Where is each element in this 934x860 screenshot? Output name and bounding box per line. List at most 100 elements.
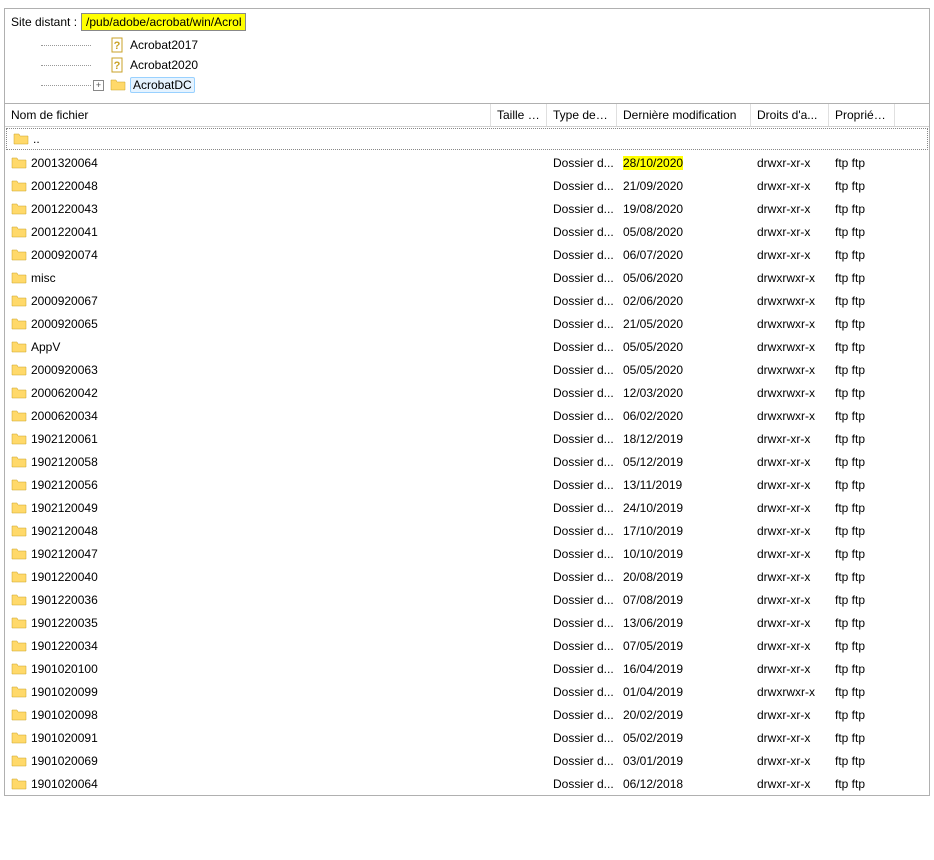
table-row[interactable]: AppVDossier d...05/05/2020drwxrwxr-xftp … <box>5 335 929 358</box>
file-perm: drwxr-xr-x <box>757 202 835 216</box>
table-row[interactable]: 1901220035Dossier d...13/06/2019drwxr-xr… <box>5 611 929 634</box>
file-date: 05/05/2020 <box>623 340 757 354</box>
table-row[interactable]: 1902120061Dossier d...18/12/2019drwxr-xr… <box>5 427 929 450</box>
file-type: Dossier d... <box>553 202 623 216</box>
expand-toggle-icon[interactable]: + <box>93 80 104 91</box>
file-owner: ftp ftp <box>835 340 901 354</box>
file-date: 13/06/2019 <box>623 616 757 630</box>
table-row[interactable]: 1901220036Dossier d...07/08/2019drwxr-xr… <box>5 588 929 611</box>
table-row[interactable]: 1901020099Dossier d...01/04/2019drwxrwxr… <box>5 680 929 703</box>
table-row[interactable]: 2001220041Dossier d...05/08/2020drwxr-xr… <box>5 220 929 243</box>
file-date: 12/03/2020 <box>623 386 757 400</box>
file-type: Dossier d... <box>553 570 623 584</box>
file-type: Dossier d... <box>553 248 623 262</box>
file-name: 1901220035 <box>31 616 98 630</box>
file-date: 05/05/2020 <box>623 363 757 377</box>
table-row[interactable]: 1902120056Dossier d...13/11/2019drwxr-xr… <box>5 473 929 496</box>
file-name: 2001220043 <box>31 202 98 216</box>
file-date: 19/08/2020 <box>623 202 757 216</box>
file-list[interactable]: Nom de fichier Taille de ... Type de fi.… <box>4 104 930 796</box>
col-name-header[interactable]: Nom de fichier <box>5 104 491 126</box>
file-owner: ftp ftp <box>835 271 901 285</box>
file-name: 1901220040 <box>31 570 98 584</box>
column-headers[interactable]: Nom de fichier Taille de ... Type de fi.… <box>5 104 929 127</box>
remote-panel: Site distant : ?Acrobat2017?Acrobat2020+… <box>4 8 930 104</box>
file-type: Dossier d... <box>553 501 623 515</box>
remote-tree[interactable]: ?Acrobat2017?Acrobat2020+AcrobatDC <box>5 33 929 104</box>
parent-dir-row[interactable]: .. <box>6 128 928 150</box>
file-name: 1901020069 <box>31 754 98 768</box>
table-row[interactable]: 1901220034Dossier d...07/05/2019drwxr-xr… <box>5 634 929 657</box>
file-owner: ftp ftp <box>835 179 901 193</box>
table-row[interactable]: 1902120049Dossier d...24/10/2019drwxr-xr… <box>5 496 929 519</box>
file-date: 17/10/2019 <box>623 524 757 538</box>
file-name: 1901020091 <box>31 731 98 745</box>
table-row[interactable]: 2001220048Dossier d...21/09/2020drwxr-xr… <box>5 174 929 197</box>
file-date: 06/07/2020 <box>623 248 757 262</box>
file-name: 1901020100 <box>31 662 98 676</box>
file-date: 07/08/2019 <box>623 593 757 607</box>
table-row[interactable]: 2000920074Dossier d...06/07/2020drwxr-xr… <box>5 243 929 266</box>
file-type: Dossier d... <box>553 455 623 469</box>
file-type: Dossier d... <box>553 547 623 561</box>
col-owner-header[interactable]: Propriétai... <box>829 104 895 126</box>
tree-item[interactable]: +AcrobatDC <box>93 75 929 95</box>
file-name: 1901020064 <box>31 777 98 791</box>
tree-item[interactable]: ?Acrobat2020 <box>93 55 929 75</box>
tree-item[interactable]: ?Acrobat2017 <box>93 35 929 55</box>
table-row[interactable]: 2000620034Dossier d...06/02/2020drwxrwxr… <box>5 404 929 427</box>
col-size-header[interactable]: Taille de ... <box>491 104 547 126</box>
file-owner: ftp ftp <box>835 639 901 653</box>
table-row[interactable]: 1901020091Dossier d...05/02/2019drwxr-xr… <box>5 726 929 749</box>
folder-icon <box>110 77 126 93</box>
folder-icon <box>11 592 27 608</box>
file-type: Dossier d... <box>553 225 623 239</box>
file-date: 05/08/2020 <box>623 225 757 239</box>
file-type: Dossier d... <box>553 639 623 653</box>
file-name: 2001220048 <box>31 179 98 193</box>
table-row[interactable]: 1901020069Dossier d...03/01/2019drwxr-xr… <box>5 749 929 772</box>
table-row[interactable]: 1902120058Dossier d...05/12/2019drwxr-xr… <box>5 450 929 473</box>
file-perm: drwxr-xr-x <box>757 593 835 607</box>
folder-icon <box>11 546 27 562</box>
table-row[interactable]: 1901020064Dossier d...06/12/2018drwxr-xr… <box>5 772 929 795</box>
table-row[interactable]: 1902120047Dossier d...10/10/2019drwxr-xr… <box>5 542 929 565</box>
file-perm: drwxrwxr-x <box>757 685 835 699</box>
file-name: 2000920074 <box>31 248 98 262</box>
file-owner: ftp ftp <box>835 547 901 561</box>
table-row[interactable]: 2000920067Dossier d...02/06/2020drwxrwxr… <box>5 289 929 312</box>
file-date: 16/04/2019 <box>623 662 757 676</box>
table-row[interactable]: 1901020098Dossier d...20/02/2019drwxr-xr… <box>5 703 929 726</box>
table-row[interactable]: 2000620042Dossier d...12/03/2020drwxrwxr… <box>5 381 929 404</box>
file-owner: ftp ftp <box>835 570 901 584</box>
file-perm: drwxr-xr-x <box>757 501 835 515</box>
file-owner: ftp ftp <box>835 478 901 492</box>
table-row[interactable]: 2001320064Dossier d...28/10/2020drwxr-xr… <box>5 151 929 174</box>
file-type: Dossier d... <box>553 179 623 193</box>
table-row[interactable]: 1902120048Dossier d...17/10/2019drwxr-xr… <box>5 519 929 542</box>
col-type-header[interactable]: Type de fi... <box>547 104 617 126</box>
col-perm-header[interactable]: Droits d'a... <box>751 104 829 126</box>
folder-icon <box>11 730 27 746</box>
pathbar: Site distant : <box>5 9 929 33</box>
file-type: Dossier d... <box>553 294 623 308</box>
folder-icon <box>11 707 27 723</box>
table-row[interactable]: 1901020100Dossier d...16/04/2019drwxr-xr… <box>5 657 929 680</box>
table-row[interactable]: 1901220040Dossier d...20/08/2019drwxr-xr… <box>5 565 929 588</box>
file-name: 2001320064 <box>31 156 98 170</box>
remote-path-input[interactable] <box>81 13 246 31</box>
col-date-header[interactable]: Dernière modification <box>617 104 751 126</box>
file-owner: ftp ftp <box>835 317 901 331</box>
table-row[interactable]: miscDossier d...05/06/2020drwxrwxr-xftp … <box>5 266 929 289</box>
table-row[interactable]: 2000920063Dossier d...05/05/2020drwxrwxr… <box>5 358 929 381</box>
file-perm: drwxrwxr-x <box>757 363 835 377</box>
file-perm: drwxr-xr-x <box>757 639 835 653</box>
folder-icon <box>11 431 27 447</box>
tree-item-label: Acrobat2020 <box>130 58 198 72</box>
folder-icon <box>13 131 29 147</box>
table-row[interactable]: 2000920065Dossier d...21/05/2020drwxrwxr… <box>5 312 929 335</box>
table-row[interactable]: 2001220043 Dossier d...19/08/2020drwxr-xr… <box>5 197 929 220</box>
file-date: 10/10/2019 <box>623 547 757 561</box>
file-perm: drwxrwxr-x <box>757 386 835 400</box>
folder-icon <box>11 638 27 654</box>
